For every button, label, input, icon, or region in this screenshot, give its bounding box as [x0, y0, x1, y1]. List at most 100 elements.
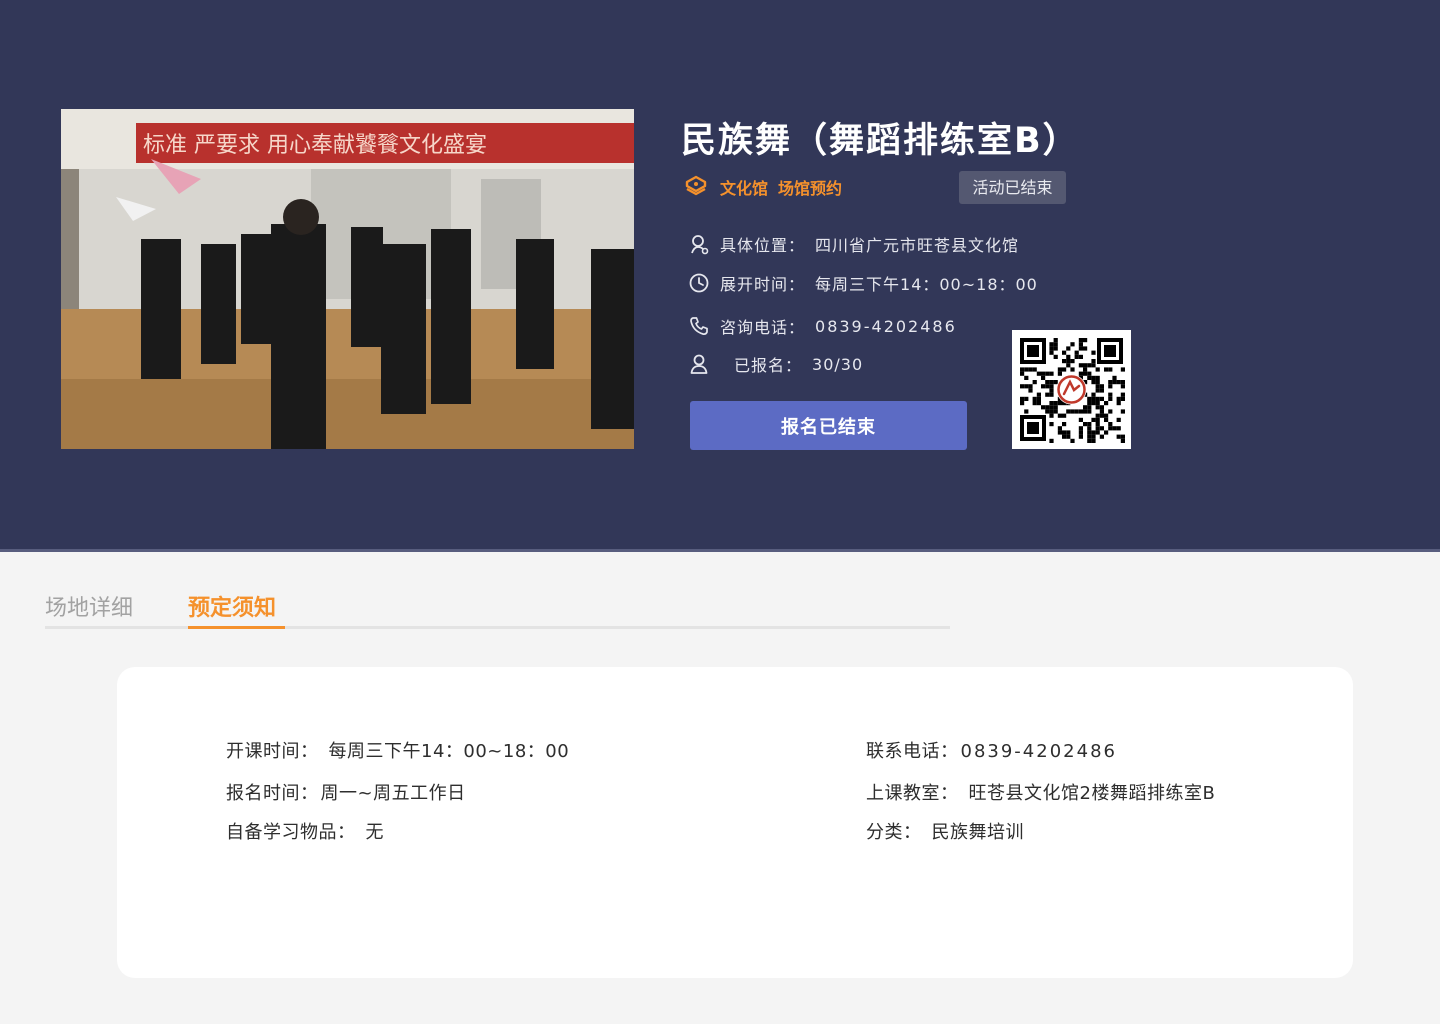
qr-module	[1062, 359, 1067, 364]
qr-module	[1036, 371, 1041, 376]
qr-module	[1062, 430, 1067, 435]
qr-module	[1104, 417, 1109, 422]
qr-module	[1049, 384, 1054, 389]
qr-module	[1087, 409, 1092, 414]
open-time-value: 每周三下午14：00~18：00	[815, 275, 1038, 294]
qr-module	[1057, 426, 1062, 431]
qr-module	[1049, 342, 1054, 347]
qr-module	[1112, 380, 1117, 385]
qr-module	[1066, 434, 1071, 439]
tag-venue-booking: 场馆预约	[778, 179, 843, 198]
qr-module	[1032, 367, 1037, 372]
qr-module	[1087, 405, 1092, 410]
category-field: 分类： 民族舞培训	[866, 818, 1024, 844]
qr-module	[1070, 409, 1075, 414]
qr-module	[1028, 384, 1033, 389]
qr-module	[1036, 401, 1041, 406]
qr-module	[1062, 413, 1067, 418]
qr-module	[1062, 367, 1067, 372]
qr-module	[1087, 438, 1092, 443]
qr-module	[1049, 346, 1054, 351]
info-open-time: 展开时间： 每周三下午14：00~18：00	[688, 271, 1038, 295]
signup-time-field: 报名时间： 周一~周五工作日	[226, 779, 466, 805]
signup-time-label: 报名时间：	[226, 783, 319, 804]
qr-module	[1087, 422, 1092, 427]
qr-module	[1087, 375, 1092, 380]
user-icon	[690, 354, 708, 374]
tab-venue-details[interactable]: 场地详细	[45, 590, 133, 622]
qr-module	[1074, 350, 1079, 355]
qr-module	[1087, 371, 1092, 376]
qr-module	[1091, 380, 1096, 385]
qr-module	[1091, 359, 1096, 364]
enrolled-value: 30/30	[812, 354, 864, 374]
location-pin-icon	[691, 235, 709, 255]
qr-module	[1070, 342, 1075, 347]
qr-module	[1041, 384, 1046, 389]
phone-value: 0839-4202486	[815, 316, 957, 336]
qr-module	[1078, 426, 1083, 431]
qr-module	[1020, 384, 1025, 389]
qr-module	[1116, 396, 1121, 401]
qr-module	[1083, 346, 1088, 351]
qr-module	[1078, 409, 1083, 414]
qr-module	[1078, 417, 1083, 422]
qr-module	[1078, 371, 1083, 376]
qr-module	[1024, 384, 1029, 389]
qr-module	[1053, 409, 1058, 414]
classroom-value: 旺苍县文化馆2楼舞蹈排练室B	[968, 783, 1216, 804]
qr-module	[1116, 434, 1121, 439]
phone-icon	[690, 317, 708, 335]
qr-module	[1066, 359, 1071, 364]
qr-module	[1087, 363, 1092, 368]
qr-module	[1083, 422, 1088, 427]
qr-module	[1036, 392, 1041, 397]
qr-module	[1095, 417, 1100, 422]
qr-module	[1062, 350, 1067, 355]
qr-module	[1116, 380, 1121, 385]
svg-text:标准 严要求 用心奉献饕餮文化盛宴: 标准 严要求 用心奉献饕餮文化盛宴	[143, 133, 487, 158]
venue-photo: 标准 严要求 用心奉献饕餮文化盛宴	[61, 109, 634, 449]
qr-module	[1091, 434, 1096, 439]
qr-module	[1099, 413, 1104, 418]
qr-module	[1049, 392, 1054, 397]
contact-value: 0839-4202486	[960, 741, 1117, 762]
qr-module	[1053, 346, 1058, 351]
qr-module	[1095, 401, 1100, 406]
qr-module	[1020, 367, 1025, 372]
qr-module	[1108, 409, 1113, 414]
qr-code	[1012, 330, 1131, 449]
detail-tabs: 场地详细 预定须知	[45, 590, 950, 631]
contact-field: 联系电话： 0839-4202486	[866, 737, 1117, 763]
qr-module	[1112, 426, 1117, 431]
location-label: 具体位置：	[720, 236, 806, 255]
qr-module	[1120, 367, 1125, 372]
info-location: 具体位置： 四川省广元市旺苍县文化馆	[688, 232, 1019, 256]
qr-module	[1066, 363, 1071, 368]
qr-module	[1099, 388, 1104, 393]
qr-module	[1108, 426, 1113, 431]
class-time-value: 每周三下午14：00~18：00	[328, 741, 570, 762]
class-time-field: 开课时间： 每周三下午14：00~18：00	[226, 737, 569, 763]
qr-module	[1020, 396, 1025, 401]
qr-module	[1087, 426, 1092, 431]
qr-module	[1120, 392, 1125, 397]
qr-module	[1116, 426, 1121, 431]
qr-module	[1120, 396, 1125, 401]
qr-module	[1041, 375, 1046, 380]
qr-module	[1091, 417, 1096, 422]
qr-module	[1108, 392, 1113, 397]
qr-module	[1078, 430, 1083, 435]
tab-booking-notice[interactable]: 预定须知	[188, 590, 276, 622]
classroom-label: 上课教室：	[866, 783, 959, 804]
category-value: 民族舞培训	[931, 822, 1024, 843]
qr-module	[1091, 375, 1096, 380]
qr-module	[1078, 342, 1083, 347]
contact-label: 联系电话：	[866, 741, 959, 762]
qr-module	[1095, 380, 1100, 385]
qr-module	[1083, 371, 1088, 376]
tab-underline	[45, 626, 950, 629]
qr-module	[1049, 371, 1054, 376]
qr-module	[1045, 371, 1050, 376]
signup-closed-button[interactable]: 报名已结束	[690, 401, 967, 450]
